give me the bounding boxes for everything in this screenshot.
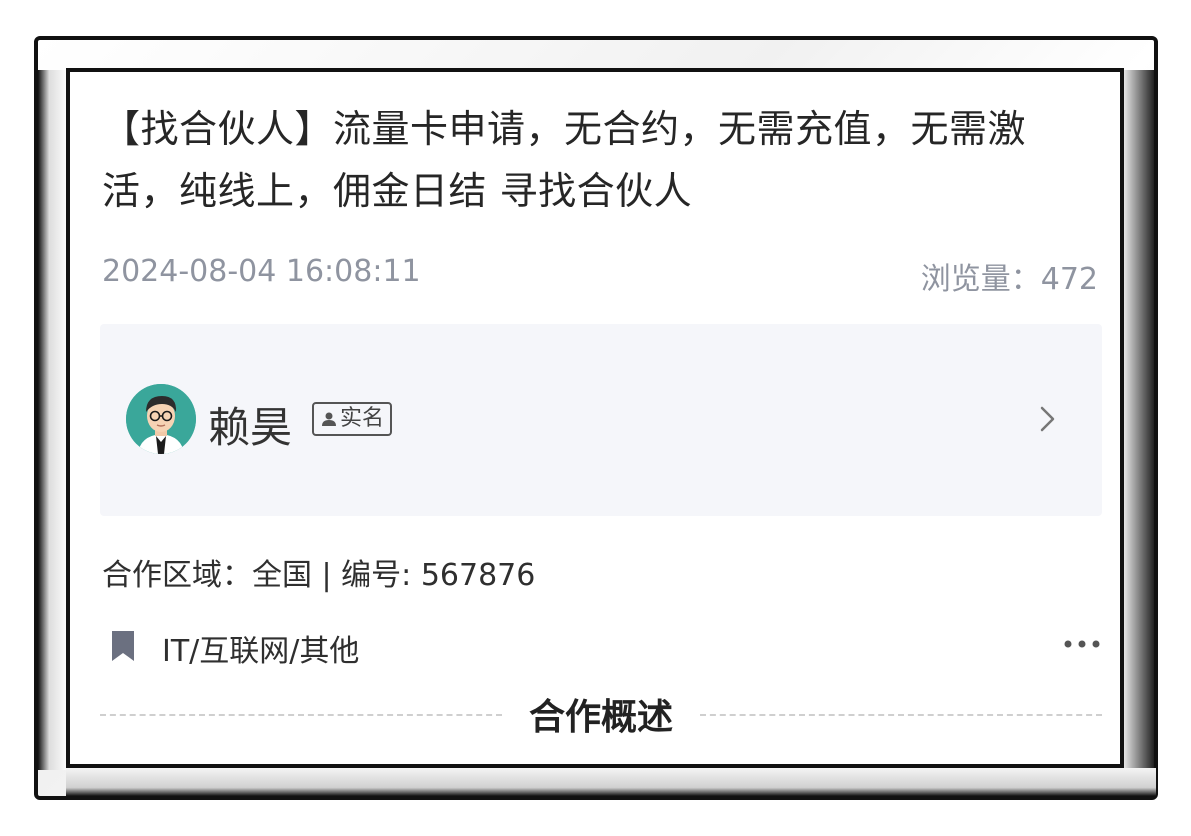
frame-shade-right [1124,70,1154,770]
avatar-icon[interactable] [126,384,196,454]
post-title: 【找合伙人】流量卡申请，无合约，无需充值，无需激活，纯线上，佣金日结 寻找合伙人 [102,107,1027,213]
view-count: 浏览量：472 [921,254,1098,298]
post-date: 2024-08-04 16:08:11 [102,254,421,289]
view-count-value: 472 [1040,262,1098,297]
author-name[interactable]: 赖昊 [208,394,292,455]
view-count-label: 浏览量： [920,262,1041,297]
verified-badge-label: 实名 [340,406,385,431]
post-card: 【找合伙人】流量卡申请，无合约，无需充值，无需激活，纯线上，佣金日结 寻找合伙人… [66,68,1124,768]
frame-shade-bottom [66,768,1156,796]
divider-right [700,714,1102,716]
category-label: IT/互联网/其他 [162,634,360,669]
person-icon [322,412,336,426]
chevron-right-icon[interactable] [1030,402,1064,436]
more-icon[interactable] [1062,632,1102,656]
category-row: IT/互联网/其他 [102,624,1102,669]
author-card[interactable]: 赖昊 实名 [100,324,1102,516]
section-header: 合作概述 [100,688,1102,748]
frame-shade-left [38,70,66,770]
region-and-id: 合作区域：全国 | 编号: 567876 [102,558,536,593]
verified-badge: 实名 [312,402,393,436]
bookmark-icon [112,631,134,661]
